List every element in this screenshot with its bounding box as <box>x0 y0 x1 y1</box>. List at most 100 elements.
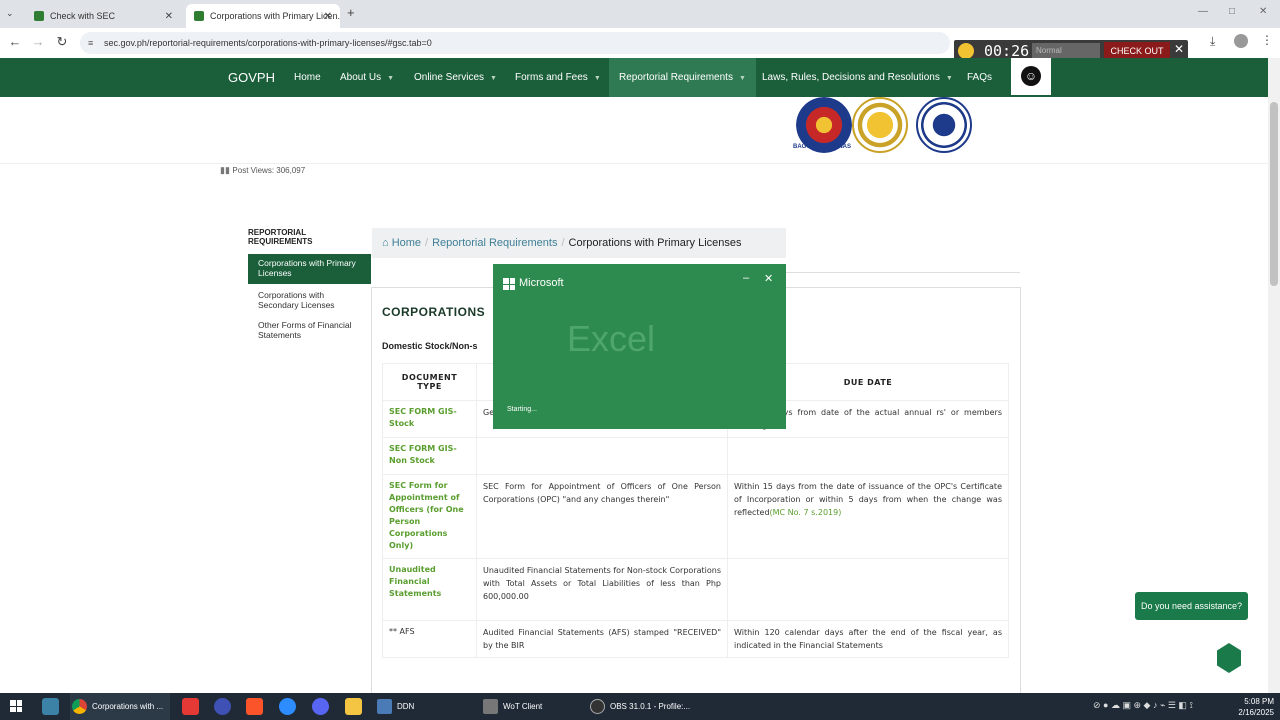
nav-laws-rules[interactable]: Laws, Rules, Decisions and Resolutions ▼ <box>762 58 953 97</box>
caret-down-icon: ▼ <box>593 75 601 82</box>
minimize-button[interactable]: — <box>1198 6 1208 17</box>
nav-label: FAQs <box>967 72 993 83</box>
splash-brand: Microsoft <box>519 277 564 289</box>
excel-splash-window[interactable]: Microsoft – ✕ Excel Starting... <box>493 264 786 429</box>
caret-down-icon: ▼ <box>738 75 746 82</box>
accessibility-icon: ☺ <box>1021 66 1041 86</box>
nav-forms-and-fees[interactable]: Forms and Fees ▼ <box>515 58 601 97</box>
sidebar-item-other-forms[interactable]: Other Forms of Financial Statements <box>248 316 371 344</box>
caret-down-icon: ▼ <box>387 75 395 82</box>
brave-icon[interactable] <box>246 698 263 715</box>
taskbar-app-chrome[interactable]: Corporations with ... <box>70 693 170 720</box>
scrollbar-thumb[interactable] <box>1270 102 1278 286</box>
taskbar-app-label: WoT Client <box>503 702 543 711</box>
browser-menu-icon[interactable]: ⋮ <box>1261 33 1273 47</box>
nav-reportorial-requirements[interactable]: Reportorial Requirements ▼ <box>609 58 756 97</box>
page-title: CORPORATIONS <box>382 305 486 319</box>
nav-online-services[interactable]: Online Services ▼ <box>414 58 497 97</box>
caret-down-icon: ▼ <box>945 75 953 82</box>
doc-description <box>476 437 728 475</box>
sec-favicon-icon <box>194 11 204 21</box>
reload-icon[interactable]: ↻ <box>53 34 71 50</box>
start-icon[interactable] <box>10 700 22 712</box>
bar-chart-icon: ▮▮ <box>220 165 233 175</box>
taskbar-app-ddn[interactable]: DDN <box>375 693 465 720</box>
post-views-text: Post Views: 306,097 <box>232 166 306 175</box>
folder-icon[interactable] <box>345 698 362 715</box>
nav-faqs[interactable]: FAQs <box>967 58 992 97</box>
nav-home[interactable]: Home <box>294 58 321 97</box>
doc-type-link[interactable]: SEC Form for Appointment of Officers (fo… <box>382 474 477 559</box>
kodi-icon[interactable] <box>42 698 59 715</box>
breadcrumb-separator: / <box>561 237 565 249</box>
home-icon[interactable]: ⌂ <box>382 237 392 249</box>
nav-label: Home <box>294 72 321 83</box>
tab-close-icon[interactable]: ✕ <box>324 11 332 22</box>
section-subtitle: Domestic Stock/Non-s <box>382 341 478 351</box>
tray-icons[interactable]: ⊘ ● ☁ ▣ ⊕ ◆ ♪ ⌁ ☰ ◧ ⟟ <box>1093 700 1193 711</box>
splash-close-button[interactable]: ✕ <box>764 272 773 285</box>
tab-check-with-sec[interactable]: Check with SEC ✕ <box>26 4 181 28</box>
new-tab-button[interactable]: + <box>347 5 355 20</box>
mc-link[interactable]: (MC No. 7 s.2019) <box>770 508 842 517</box>
splash-status: Starting... <box>507 406 537 413</box>
doc-description: SEC Form for Appointment of Officers of … <box>476 474 728 559</box>
wot-icon <box>483 699 498 714</box>
sidebar-item-secondary-licenses[interactable]: Corporations with Secondary Licenses <box>248 286 371 314</box>
breadcrumb-section[interactable]: Reportorial Requirements <box>432 237 557 249</box>
tab-search-icon[interactable]: ⌄ <box>6 8 14 19</box>
doc-type-link[interactable]: Unaudited Financial Statements <box>382 558 477 621</box>
url-text: sec.gov.ph/reportorial-requirements/corp… <box>104 38 432 48</box>
profile-avatar[interactable] <box>1234 34 1248 48</box>
due-date-cell: Within 15 days from the date of issuance… <box>727 474 1009 559</box>
address-bar[interactable]: ≡ sec.gov.ph/reportorial-requirements/co… <box>80 32 950 54</box>
doc-description: Audited Financial Statements (AFS) stamp… <box>476 620 728 658</box>
doc-type-link[interactable]: SEC FORM GIS-Non Stock <box>382 437 477 475</box>
app-icon[interactable] <box>214 698 231 715</box>
microsoft-logo-icon <box>503 278 515 290</box>
clock-time: 5:08 PM <box>1244 697 1274 706</box>
chat-launcher-icon[interactable] <box>1217 643 1241 673</box>
seal-caption: BAGONG PILIPINAS <box>793 144 852 150</box>
taskbar-clock[interactable]: 5:08 PM 2/16/2025 <box>1234 696 1274 718</box>
download-icon[interactable]: ⤓ <box>1210 34 1215 49</box>
due-date: Within 120 calendar days after the end o… <box>727 620 1009 658</box>
taskbar-app-wot[interactable]: WoT Client <box>481 693 576 720</box>
splash-minimize-button[interactable]: – <box>743 272 749 284</box>
zoom-icon[interactable] <box>279 698 296 715</box>
sec-favicon-icon <box>34 11 44 21</box>
chat-assistance-button[interactable]: Do you need assistance? <box>1135 592 1248 620</box>
tab-label: Corporations with Primary Licen... <box>210 11 340 21</box>
splash-app-name: Excel <box>567 318 656 359</box>
app-icon[interactable] <box>182 698 199 715</box>
breadcrumb-current: Corporations with Primary Licenses <box>568 237 742 249</box>
taskbar-app-label: DDN <box>397 702 415 711</box>
table-row: ** AFS Audited Financial Statements (AFS… <box>382 620 1009 658</box>
windows-taskbar: Corporations with ... DDN WoT Client OBS… <box>0 693 1280 720</box>
doc-type: ** AFS <box>382 620 477 658</box>
taskbar-app-obs[interactable]: OBS 31.0.1 - Profile:... <box>588 693 698 720</box>
doc-type-link[interactable]: SEC FORM GIS-Stock <box>382 400 477 438</box>
maximize-button[interactable]: □ <box>1229 6 1235 17</box>
breadcrumb-home[interactable]: Home <box>392 237 421 249</box>
tab-corporations-primary[interactable]: Corporations with Primary Licen... ✕ <box>186 4 340 28</box>
govph-brand[interactable]: GOVPH <box>228 58 275 97</box>
site-info-icon[interactable]: ≡ <box>88 32 93 54</box>
overlay-close-icon[interactable]: ✕ <box>1172 42 1186 56</box>
table-row: Unaudited Financial Statements Unaudited… <box>382 558 1009 621</box>
taskbar-app-label: OBS 31.0.1 - Profile:... <box>610 702 691 711</box>
foi-seal-icon <box>916 97 972 153</box>
window-close-button[interactable]: ✕ <box>1259 6 1267 17</box>
tab-close-icon[interactable]: ✕ <box>165 11 173 22</box>
mascot-icon <box>958 43 974 59</box>
due-date <box>727 558 1009 621</box>
chrome-icon <box>72 699 87 714</box>
mode-selector[interactable]: Normal <box>1032 43 1100 59</box>
forward-icon[interactable]: → <box>29 34 47 49</box>
accessibility-button[interactable]: ☺ <box>1011 58 1051 95</box>
sidebar-item-primary-licenses[interactable]: Corporations with Primary Licenses <box>248 254 371 284</box>
discord-icon[interactable] <box>312 698 329 715</box>
nav-about-us[interactable]: About Us ▼ <box>340 58 394 97</box>
back-icon[interactable]: ← <box>6 34 24 49</box>
site-header <box>0 97 1268 164</box>
